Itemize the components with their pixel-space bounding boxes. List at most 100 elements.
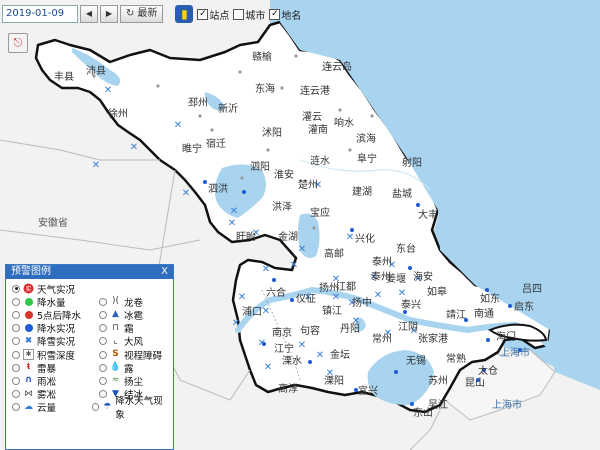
legend-item-cloud[interactable]: ☁ 云量	[12, 400, 92, 414]
precip-dot-icon[interactable]	[394, 370, 398, 374]
precip-dot-icon[interactable]	[308, 360, 312, 364]
legend-radio[interactable]	[12, 363, 20, 372]
snow-marker-icon[interactable]: ✕	[238, 292, 246, 303]
legend-item-precip-obs[interactable]: 降水实况	[12, 321, 99, 335]
legend-radio[interactable]	[12, 297, 20, 306]
snow-marker-icon[interactable]: ✕	[174, 120, 182, 131]
legend-radio[interactable]	[99, 350, 107, 359]
legend-radio[interactable]	[91, 403, 100, 412]
station-dot-icon[interactable]	[348, 148, 352, 152]
station-dot-icon[interactable]	[156, 84, 160, 88]
legend-radio[interactable]	[99, 297, 107, 306]
refresh-latest-button[interactable]: ↻ 最新	[120, 5, 164, 23]
snow-marker-icon[interactable]: ✕	[130, 142, 138, 153]
snow-marker-icon[interactable]: ✕	[230, 206, 238, 217]
legend-item-precip-after5[interactable]: 5点后降水	[12, 308, 99, 322]
checkbox-stations[interactable]: ✓ 站点	[197, 7, 229, 22]
snow-marker-icon[interactable]: ✕	[298, 244, 306, 255]
legend-item-frost[interactable]: ⊓ 霜	[99, 321, 134, 335]
checkbox-placenames[interactable]: ✓ 地名	[269, 7, 301, 22]
precip-dot-icon[interactable]	[508, 304, 512, 308]
precip-dot-icon[interactable]	[290, 298, 294, 302]
legend-radio[interactable]	[12, 324, 20, 333]
station-dot-icon[interactable]	[266, 148, 270, 152]
next-day-button[interactable]: ▶	[100, 5, 118, 23]
legend-radio[interactable]	[12, 376, 20, 385]
checkbox-cities-box[interactable]	[233, 8, 245, 20]
station-dot-icon[interactable]	[294, 54, 298, 58]
glaze-icon: ∩	[24, 375, 33, 386]
legend-item-snow-depth[interactable]: ✱ 积雪深度	[12, 348, 99, 362]
place-label: 盱眙	[236, 232, 256, 243]
legend-item-precip[interactable]: 降水量	[12, 295, 99, 309]
legend-radio[interactable]	[12, 284, 20, 293]
precip-dot-icon[interactable]	[203, 180, 207, 184]
place-label: 洪泽	[272, 202, 292, 213]
snow-marker-icon[interactable]: ✕	[182, 188, 190, 199]
precip-dot-icon[interactable]	[350, 228, 354, 232]
legend-close-button[interactable]: X	[161, 265, 168, 279]
place-label: 连云港	[300, 86, 330, 97]
legend-radio[interactable]	[12, 337, 20, 346]
snow-marker-icon[interactable]: ✕	[92, 160, 100, 171]
legend-radio[interactable]	[12, 310, 20, 319]
station-dot-icon[interactable]	[312, 226, 316, 230]
precip-dot-icon[interactable]	[486, 338, 490, 342]
place-label: 阜宁	[357, 154, 377, 165]
legend-item-tornado[interactable]: )( 龙卷	[99, 295, 143, 309]
snow-marker-icon[interactable]: ✕	[262, 264, 270, 275]
snow-marker-icon[interactable]: ✕	[264, 362, 272, 373]
station-dot-icon[interactable]	[280, 86, 284, 90]
precip-dot-icon[interactable]	[242, 190, 246, 194]
legend-item-hail[interactable]: ▲ 冰雹	[99, 308, 143, 322]
precip-dot-icon[interactable]	[408, 266, 412, 270]
date-input[interactable]: 2019-01-09	[2, 5, 78, 23]
station-dot-icon[interactable]	[198, 114, 202, 118]
snow-marker-icon[interactable]: ✕	[316, 350, 324, 361]
snow-marker-icon[interactable]: ✕	[346, 232, 354, 243]
legend-item-visibility[interactable]: S 视程障碍	[99, 348, 162, 362]
snow-marker-icon[interactable]: ✕	[104, 85, 112, 96]
legend-item-gale[interactable]: ⌞ 大风	[99, 334, 143, 348]
station-dot-icon[interactable]	[370, 114, 374, 118]
bookmark-icon[interactable]: ▮	[175, 5, 194, 23]
legend-item-snow-obs[interactable]: ✖ 降雪实况	[12, 334, 99, 348]
legend-item-weather-obs[interactable]: 实 天气实况	[12, 282, 99, 296]
legend-radio[interactable]	[12, 350, 20, 359]
legend-radio[interactable]	[99, 337, 107, 346]
checkbox-placenames-box[interactable]: ✓	[269, 8, 281, 20]
place-label: 宝应	[310, 208, 330, 219]
checkbox-cities[interactable]: 城市	[233, 7, 265, 22]
station-dot-icon[interactable]	[338, 108, 342, 112]
snow-marker-icon[interactable]: ✕	[232, 318, 240, 329]
legend-radio[interactable]	[99, 363, 107, 372]
prev-day-button[interactable]: ◀	[80, 5, 98, 23]
precip-dot-icon[interactable]	[262, 342, 266, 346]
legend-radio[interactable]	[99, 376, 107, 385]
snow-marker-icon[interactable]: ✕	[298, 340, 306, 351]
legend-radio[interactable]	[12, 403, 20, 412]
legend-item-glaze[interactable]: ∩ 雨凇	[12, 374, 99, 388]
place-label: 泰州	[372, 257, 392, 268]
snow-marker-icon[interactable]: ✕	[374, 290, 382, 301]
station-dot-icon[interactable]	[240, 176, 244, 180]
legend-label: 视程障碍	[124, 350, 163, 362]
snow-marker-icon[interactable]: ✕	[290, 260, 298, 271]
precip-dot-icon[interactable]	[272, 278, 276, 282]
legend-radio[interactable]	[99, 324, 107, 333]
place-label: 启东	[514, 302, 534, 313]
station-dot-icon[interactable]	[238, 70, 242, 74]
export-icon[interactable]: ⎋	[8, 33, 28, 53]
legend-item-dust[interactable]: ≈ 扬尘	[99, 374, 143, 388]
place-label: 沭阳	[262, 128, 282, 139]
legend-radio[interactable]	[99, 310, 107, 319]
legend-radio[interactable]	[12, 390, 20, 399]
checkbox-stations-box[interactable]: ✓	[197, 8, 209, 20]
refresh-icon: ↻	[126, 8, 135, 19]
snow-marker-icon[interactable]: ✕	[262, 306, 270, 317]
snow-marker-icon[interactable]: ✕	[228, 218, 236, 229]
legend-item-thunder[interactable]: ᵵ 雷暴	[12, 361, 99, 375]
legend-item-dew[interactable]: 💧 露	[99, 361, 134, 375]
station-dot-icon[interactable]	[210, 128, 214, 132]
legend-item-rime[interactable]: ⋈ 雾凇	[12, 387, 99, 401]
